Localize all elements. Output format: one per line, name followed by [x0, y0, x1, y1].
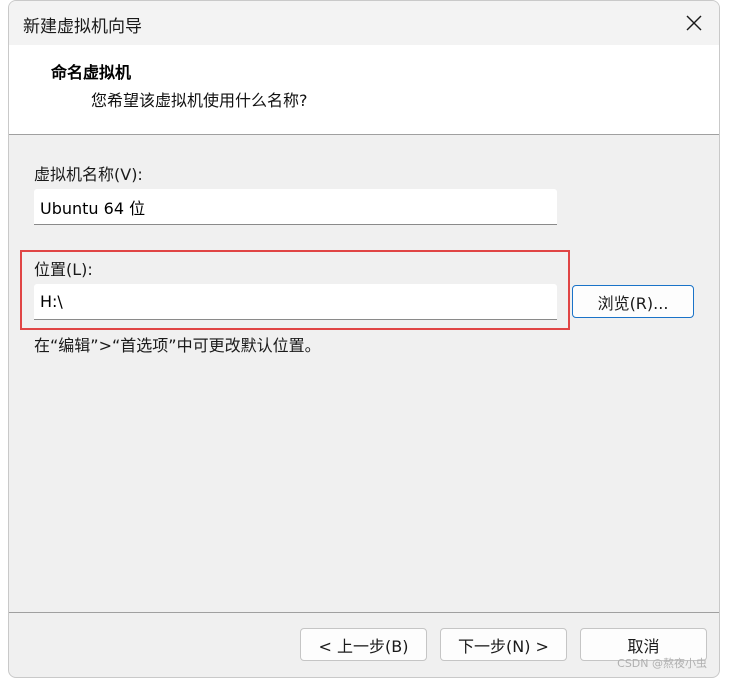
back-button[interactable]: < 上一步(B)	[300, 628, 427, 661]
wizard-header: 命名虚拟机 您希望该虚拟机使用什么名称?	[9, 45, 719, 135]
close-button[interactable]	[669, 1, 719, 45]
title-bar: 新建虚拟机向导	[9, 1, 719, 45]
location-label: 位置(L):	[34, 260, 93, 279]
location-input[interactable]	[34, 284, 557, 320]
vm-name-input[interactable]	[34, 189, 557, 225]
location-hint: 在“编辑”>“首选项”中可更改默认位置。	[34, 336, 321, 355]
watermark: CSDN @熬夜小虫	[617, 657, 707, 670]
footer-separator	[9, 612, 719, 613]
vm-name-label: 虚拟机名称(V):	[34, 165, 143, 184]
page-subtitle: 您希望该虚拟机使用什么名称?	[91, 91, 308, 110]
close-icon	[686, 15, 702, 31]
next-button[interactable]: 下一步(N) >	[440, 628, 567, 661]
browse-button[interactable]: 浏览(R)...	[572, 285, 694, 318]
page-title: 命名虚拟机	[51, 63, 132, 82]
wizard-window: 新建虚拟机向导 命名虚拟机 您希望该虚拟机使用什么名称? 虚拟机名称(V): 位…	[8, 0, 720, 678]
window-title: 新建虚拟机向导	[23, 17, 142, 37]
